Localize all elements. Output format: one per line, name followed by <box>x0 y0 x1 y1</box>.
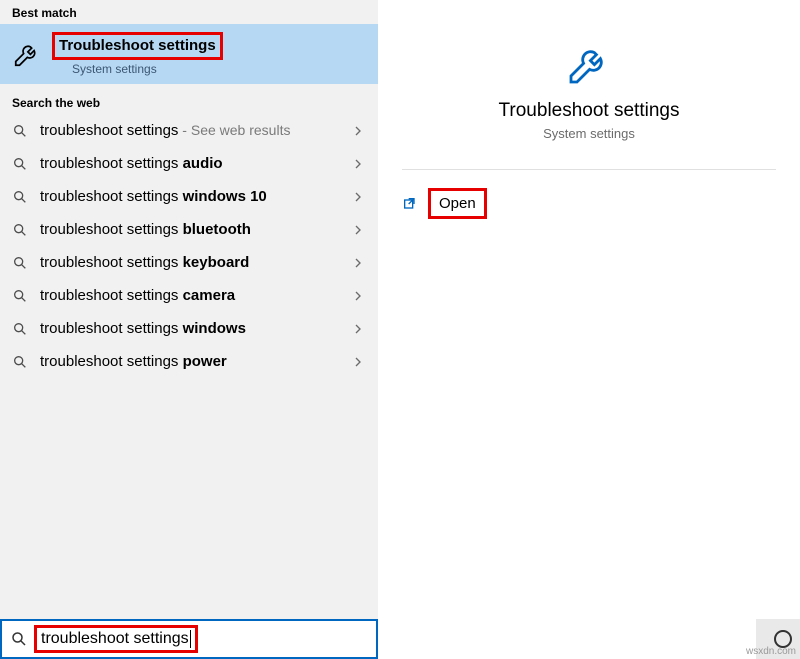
web-result-text: troubleshoot settings audio <box>40 155 350 172</box>
chevron-right-icon[interactable] <box>350 354 366 370</box>
spacer <box>0 378 378 619</box>
annotation-highlight-search-input: troubleshoot settings <box>34 625 198 653</box>
search-icon <box>12 222 28 238</box>
chevron-right-icon[interactable] <box>350 156 366 172</box>
text-caret <box>190 630 191 648</box>
preview-title: Troubleshoot settings <box>378 100 800 122</box>
best-match-item[interactable]: Troubleshoot settings System settings <box>0 24 378 84</box>
preview-subtitle: System settings <box>378 126 800 141</box>
best-match-title: Troubleshoot settings <box>59 37 216 54</box>
chevron-right-icon[interactable] <box>350 321 366 337</box>
search-icon <box>10 630 28 648</box>
chevron-right-icon[interactable] <box>350 255 366 271</box>
search-input-text[interactable]: troubleshoot settings <box>41 630 189 648</box>
chevron-right-icon[interactable] <box>350 123 366 139</box>
search-icon <box>12 321 28 337</box>
web-results-list: troubleshoot settings - See web results … <box>0 114 378 378</box>
web-result-item[interactable]: troubleshoot settings keyboard <box>0 246 378 279</box>
search-icon <box>12 156 28 172</box>
web-result-item[interactable]: troubleshoot settings - See web results <box>0 114 378 147</box>
web-result-item[interactable]: troubleshoot settings power <box>0 345 378 378</box>
search-icon <box>12 255 28 271</box>
web-result-item[interactable]: troubleshoot settings bluetooth <box>0 213 378 246</box>
best-match-subtitle: System settings <box>72 62 223 76</box>
wrench-icon <box>12 39 42 69</box>
annotation-highlight-open: Open <box>428 188 487 219</box>
web-result-text: troubleshoot settings camera <box>40 287 350 304</box>
web-result-text: troubleshoot settings power <box>40 353 350 370</box>
search-bar[interactable]: troubleshoot settings <box>0 619 378 659</box>
web-result-text: troubleshoot settings windows <box>40 320 350 337</box>
best-match-header: Best match <box>0 0 378 24</box>
open-action[interactable]: Open <box>402 188 800 219</box>
search-results-panel: Best match Troubleshoot settings System … <box>0 0 378 659</box>
open-label: Open <box>439 195 476 212</box>
web-result-item[interactable]: troubleshoot settings windows <box>0 312 378 345</box>
web-result-text: troubleshoot settings - See web results <box>40 122 350 139</box>
web-result-text: troubleshoot settings keyboard <box>40 254 350 271</box>
web-result-text: troubleshoot settings bluetooth <box>40 221 350 238</box>
search-icon <box>12 354 28 370</box>
wrench-icon <box>565 40 613 88</box>
web-result-item[interactable]: troubleshoot settings windows 10 <box>0 180 378 213</box>
annotation-highlight-best-match: Troubleshoot settings <box>52 32 223 60</box>
watermark: wsxdn.com <box>746 646 796 657</box>
search-icon <box>12 288 28 304</box>
search-web-header: Search the web <box>0 90 378 114</box>
separator <box>402 169 776 170</box>
web-result-item[interactable]: troubleshoot settings camera <box>0 279 378 312</box>
web-result-item[interactable]: troubleshoot settings audio <box>0 147 378 180</box>
chevron-right-icon[interactable] <box>350 288 366 304</box>
search-icon <box>12 123 28 139</box>
chevron-right-icon[interactable] <box>350 189 366 205</box>
open-external-icon <box>402 196 418 212</box>
search-icon <box>12 189 28 205</box>
chevron-right-icon[interactable] <box>350 222 366 238</box>
preview-panel: Troubleshoot settings System settings Op… <box>378 0 800 659</box>
web-result-text: troubleshoot settings windows 10 <box>40 188 350 205</box>
